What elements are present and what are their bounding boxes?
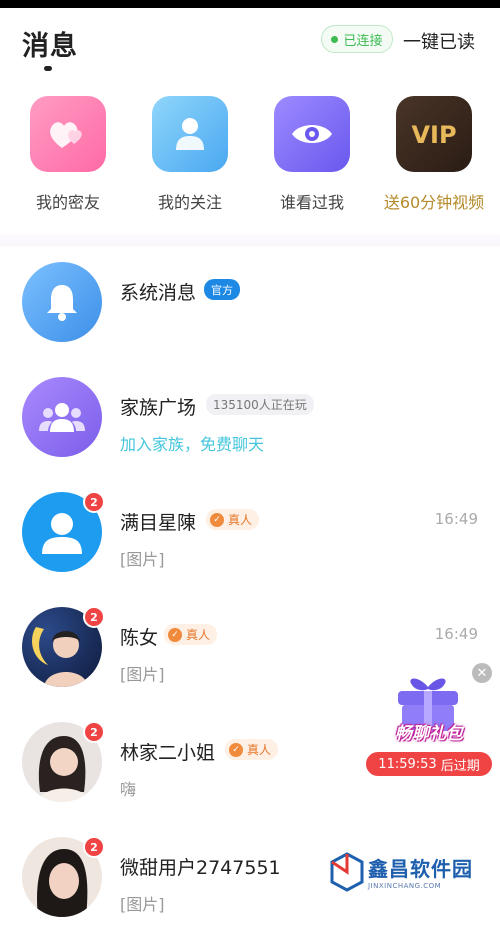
unread-badge: 2	[83, 836, 105, 858]
verified-icon: ✓	[168, 627, 182, 642]
connection-status-badge: 已连接	[321, 25, 393, 53]
verified-real-label: 真人	[228, 513, 253, 527]
eye-icon	[274, 96, 350, 172]
conversation-subtitle: [图片]	[120, 550, 165, 569]
shortcut-following[interactable]: 我的关注	[130, 96, 250, 213]
gift-countdown: 11:59:53 后过期	[366, 752, 492, 776]
conversation-name: 系统消息	[120, 282, 197, 304]
conversation-name: 家族广场	[120, 397, 197, 419]
conversation-row-system[interactable]: 系统消息 官方	[0, 246, 500, 361]
verified-icon: ✓	[210, 512, 224, 527]
unread-badge: 2	[83, 491, 105, 513]
conversation-subtitle: 嗨	[120, 780, 137, 799]
unread-badge: 2	[83, 606, 105, 628]
shortcut-label: 我的关注	[157, 193, 222, 212]
conversation-name: 林家二小姐	[120, 742, 216, 764]
shortcut-bar: 我的密友 我的关注 谁看过我 VIP 送60分钟视频	[0, 96, 500, 226]
vip-icon: VIP	[396, 96, 472, 172]
unread-badge: 2	[83, 721, 105, 743]
status-bar	[0, 0, 500, 8]
shortcut-label: 谁看过我	[279, 193, 344, 212]
title-indicator	[44, 66, 52, 71]
conversation-row-family[interactable]: 家族广场 135100人正在玩 加入家族，免费聊天	[0, 361, 500, 476]
svg-text:VIP: VIP	[411, 121, 456, 149]
header: 消息 已连接 一键已读	[0, 8, 500, 78]
watermark-url: JINXINCHANG.COM	[368, 882, 442, 890]
connected-dot-icon	[331, 35, 339, 43]
verified-real-tag: ✓ 真人	[206, 509, 260, 530]
conversation-row[interactable]: 2 满目星陳 ✓ 真人 16:49 [图片]	[0, 476, 500, 591]
conversation-time: 16:49	[434, 625, 478, 643]
gift-countdown-time: 11:59:53	[378, 756, 437, 772]
shortcut-close-friends[interactable]: 我的密友	[8, 96, 128, 213]
conversation-subtitle: [图片]	[120, 665, 165, 684]
shortcut-visitors[interactable]: 谁看过我	[252, 96, 372, 213]
mark-all-read-button[interactable]: 一键已读	[403, 28, 475, 54]
section-divider	[0, 234, 500, 246]
watermark-logo-icon	[330, 851, 364, 892]
page-title: 消息	[22, 31, 78, 62]
verified-real-tag: ✓ 真人	[164, 624, 218, 645]
conversation-time: 16:49	[434, 510, 478, 528]
close-icon[interactable]: ✕	[472, 663, 492, 683]
conversation-name: 满目星陳	[120, 512, 197, 534]
bell-icon	[22, 262, 102, 342]
gift-pack-widget[interactable]: ✕ 畅聊礼包 11:59:53 后过期	[366, 663, 494, 778]
gift-pack-label: 畅聊礼包	[395, 724, 463, 744]
conversation-name: 微甜用户2747551	[120, 857, 281, 879]
conversation-subtitle: 加入家族，免费聊天	[120, 435, 265, 454]
official-tag: 官方	[204, 279, 240, 300]
verified-real-label: 真人	[247, 743, 272, 757]
shortcut-label: 送60分钟视频	[383, 193, 485, 212]
verified-icon: ✓	[229, 742, 243, 757]
shortcut-vip[interactable]: VIP 送60分钟视频	[374, 96, 494, 213]
verified-real-tag: ✓ 真人	[225, 739, 279, 760]
group-icon	[22, 377, 102, 457]
shortcut-label: 我的密友	[35, 193, 100, 212]
watermark: 鑫昌软件园 JINXINCHANG.COM	[326, 848, 500, 895]
gift-expire-text: 后过期	[440, 758, 480, 774]
conversation-name: 陈女	[120, 627, 159, 649]
hearts-icon	[30, 96, 106, 172]
verified-real-label: 真人	[186, 628, 211, 642]
connection-status-label: 已连接	[343, 33, 383, 49]
watermark-title: 鑫昌软件园	[368, 857, 473, 881]
person-icon	[152, 96, 228, 172]
player-count-tag: 135100人正在玩	[206, 394, 314, 415]
